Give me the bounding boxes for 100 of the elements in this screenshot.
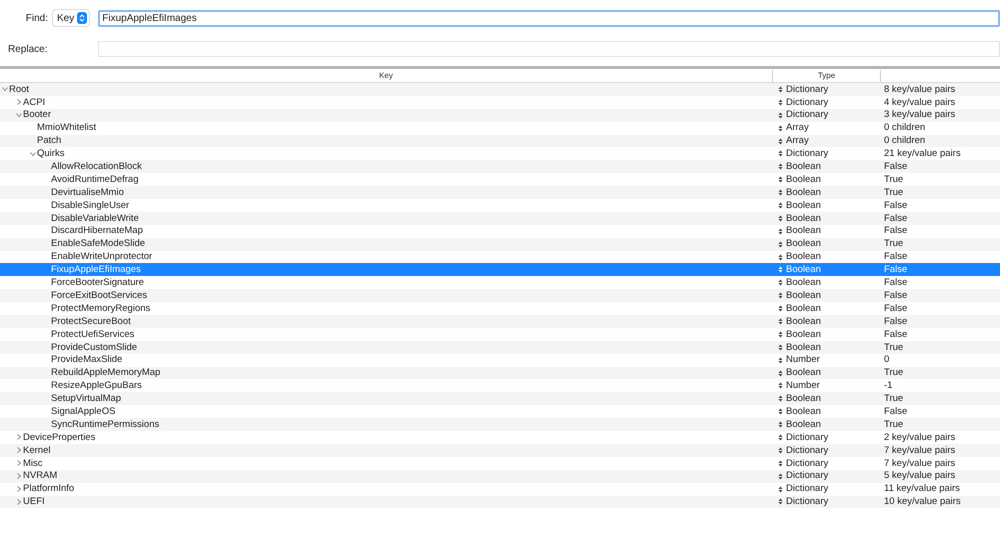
stepper-icon[interactable] [778,279,783,286]
table-row[interactable]: ProvideCustomSlide Boolean True [0,340,1000,354]
stepper-icon[interactable] [778,138,783,144]
type-text: Boolean [786,420,821,430]
chevron-right-icon[interactable] [16,434,22,440]
stepper-icon[interactable] [778,498,783,506]
table-row[interactable]: PlatformInfo Dictionary 11 key/value pairs [0,482,1000,496]
stepper-icon [77,12,88,24]
find-mode-dropdown[interactable]: Key [53,10,90,26]
stepper-icon[interactable] [778,460,783,467]
chevron-right-icon[interactable] [16,460,22,466]
value-text: True [883,239,904,249]
stepper-icon[interactable] [778,240,783,248]
stepper-icon[interactable] [778,305,783,312]
stepper-icon[interactable] [778,382,783,390]
stepper-icon[interactable] [778,112,783,119]
type-text: Boolean [786,252,821,262]
value-text: False [883,304,908,314]
value-text: True [883,420,904,430]
value-text: 2 key/value pairs [883,432,956,442]
stepper-icon[interactable] [778,344,783,351]
stepper-icon[interactable] [778,202,783,209]
key-text: DiscardHibernateMap [51,226,143,236]
stepper-icon[interactable] [778,292,783,300]
table-row[interactable]: NVRAM Dictionary 5 key/value pairs [0,470,1000,483]
stepper-icon[interactable] [778,330,783,338]
table-row[interactable]: UEFI Dictionary 10 key/value pairs [0,496,1000,508]
table-row[interactable]: ResizeAppleGpuBars Number -1 [0,379,1000,392]
table-row[interactable]: AllowRelocationBlock Boolean False [0,160,1000,174]
chevron-down-icon[interactable] [16,112,22,118]
value-text: False [883,252,908,262]
key-text: Misc [23,458,43,468]
stepper-icon[interactable] [778,228,783,235]
stepper-icon[interactable] [778,98,783,106]
stepper-icon[interactable] [778,472,783,480]
type-text: Dictionary [786,432,828,442]
stepper-icon[interactable] [778,408,783,416]
value-text: False [883,265,908,275]
table-row[interactable]: RebuildAppleMemoryMap Boolean True [0,366,1000,380]
stepper-icon[interactable] [778,370,783,377]
find-field[interactable]: FixupAppleEfiImages [98,10,1000,26]
chevron-right-icon[interactable] [16,473,22,480]
chevron-right-icon[interactable] [16,99,22,106]
stepper-icon[interactable] [778,214,783,222]
table-row[interactable]: DisableVariableWrite Boolean False [0,212,1000,225]
stepper-icon[interactable] [778,446,783,454]
stepper-icon[interactable] [778,395,783,402]
stepper-icon[interactable] [778,356,783,364]
table-row[interactable]: Kernel Dictionary 7 key/value pairs [0,444,1000,457]
table-row[interactable]: Quirks Dictionary 21 key/value pairs [0,147,1000,160]
type-text: Boolean [786,342,821,352]
type-text: Array [786,123,809,133]
table-row[interactable]: Booter Dictionary 3 key/value pairs [0,108,1000,122]
type-text: Boolean [786,162,821,172]
key-text: EnableSafeModeSlide [51,239,146,249]
stepper-icon[interactable] [778,254,783,261]
value-text: True [883,342,904,352]
value-text: 8 key/value pairs [883,84,956,94]
chevron-down-icon[interactable] [2,86,8,92]
table-row[interactable]: SetupVirtualMap Boolean True [0,392,1000,406]
table-row[interactable]: MmioWhitelist Array 0 children [0,122,1000,135]
stepper-icon[interactable] [778,486,783,493]
stepper-icon[interactable] [778,86,783,93]
value-text: 21 key/value pairs [883,149,961,159]
table-row[interactable]: ProtectSecureBoot Boolean False [0,315,1000,328]
chevron-right-icon[interactable] [16,486,22,492]
stepper-icon[interactable] [778,434,783,441]
stepper-icon[interactable] [778,150,783,158]
column-header[interactable]: Type [773,70,881,82]
table-row[interactable]: DevirtualiseMmio Boolean True [0,186,1000,200]
value-text: 7 key/value pairs [883,446,956,456]
replace-field[interactable] [98,41,1000,57]
stepper-icon[interactable] [778,163,783,170]
table-row[interactable]: ForceBooterSignature Boolean False [0,276,1000,290]
chevron-right-icon[interactable] [16,498,22,505]
type-text: Dictionary [786,149,828,159]
type-text: Dictionary [786,458,828,468]
type-text: Boolean [786,200,821,210]
table-row[interactable]: FixupAppleEfiImages Boolean False [0,263,1000,276]
type-text: Dictionary [786,84,828,94]
table-row[interactable]: SyncRuntimePermissions Boolean True [0,418,1000,432]
stepper-icon[interactable] [778,421,783,428]
stepper-icon[interactable] [778,176,783,184]
value-text: False [883,290,908,300]
chevron-down-icon[interactable] [30,150,36,157]
key-text: ProtectUefiServices [51,330,134,340]
stepper-icon[interactable] [778,124,783,132]
table-row[interactable]: ForceExitBootServices Boolean False [0,289,1000,302]
stepper-icon[interactable] [778,318,783,325]
stepper-icon[interactable] [778,189,783,196]
type-text: Boolean [786,174,821,184]
type-text: Dictionary [786,446,828,456]
type-text: Boolean [786,278,821,288]
column-header[interactable]: Key [0,70,773,82]
table-row[interactable]: Root Dictionary 8 key/value pairs [0,83,1000,96]
table-row[interactable]: Patch Array 0 children [0,134,1000,148]
chevron-right-icon[interactable] [16,447,22,454]
table-row[interactable]: EnableWriteUnprotector Boolean False [0,250,1000,264]
value-text: 0 [883,355,890,365]
table-row[interactable]: EnableSafeModeSlide Boolean True [0,238,1000,251]
